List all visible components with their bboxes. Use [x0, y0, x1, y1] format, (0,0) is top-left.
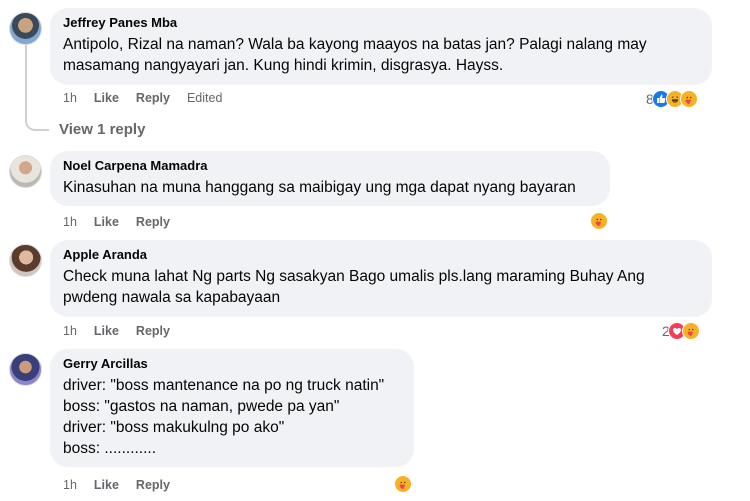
view-replies-link[interactable]: View 1 reply — [59, 121, 145, 138]
care-icon — [590, 212, 608, 230]
like-button[interactable]: Like — [94, 91, 119, 105]
comment-actions: 1h Like Reply — [63, 324, 187, 338]
reply-button[interactable]: Reply — [136, 91, 170, 105]
comment-text: Antipolo, Rizal na naman? Wala ba kayong… — [63, 36, 647, 74]
comment-author[interactable]: Apple Aranda — [63, 247, 700, 263]
comment-text: Check muna lahat Ng parts Ng sasakyan Ba… — [63, 268, 645, 306]
comment-time[interactable]: 1h — [63, 91, 77, 105]
edited-label[interactable]: Edited — [187, 91, 222, 105]
care-icon — [394, 475, 412, 493]
avatar[interactable] — [9, 353, 42, 386]
reply-button[interactable]: Reply — [136, 215, 170, 229]
comment-bubble: Noel Carpena Mamadra Kinasuhan na muna h… — [50, 151, 610, 206]
avatar[interactable] — [9, 155, 42, 188]
reply-button[interactable]: Reply — [136, 478, 170, 492]
like-button[interactable]: Like — [94, 324, 119, 338]
comment-time[interactable]: 1h — [63, 324, 77, 338]
comment-text: Kinasuhan na muna hanggang sa maibigay u… — [63, 179, 576, 196]
avatar[interactable] — [9, 244, 42, 277]
reply-button[interactable]: Reply — [136, 324, 170, 338]
care-icon — [681, 322, 700, 340]
comment-actions: 1h Like Reply — [63, 215, 187, 229]
comment-actions: 1h Like Reply — [63, 478, 187, 492]
reaction-summary[interactable] — [394, 475, 412, 493]
comment-bubble: Gerry Arcillas driver: "boss mantenance … — [50, 349, 414, 467]
comment-bubble: Apple Aranda Check muna lahat Ng parts N… — [50, 240, 712, 317]
comment-text: driver: "boss mantenance na po ng truck … — [63, 377, 385, 457]
like-button[interactable]: Like — [94, 478, 119, 492]
comment-time[interactable]: 1h — [63, 215, 77, 229]
comment-bubble: Jeffrey Panes Mba Antipolo, Rizal na nam… — [50, 8, 712, 85]
comment-actions: 1h Like Reply Edited — [63, 91, 239, 105]
like-button[interactable]: Like — [94, 215, 119, 229]
reaction-summary[interactable]: 8 — [646, 90, 698, 108]
comment-author[interactable]: Noel Carpena Mamadra — [63, 158, 598, 174]
reaction-summary[interactable]: 2 — [662, 322, 700, 340]
comment-author[interactable]: Gerry Arcillas — [63, 356, 402, 372]
comment-time[interactable]: 1h — [63, 478, 77, 492]
reaction-summary[interactable] — [590, 212, 608, 230]
thread-connector — [25, 45, 49, 131]
comment-author[interactable]: Jeffrey Panes Mba — [63, 15, 700, 31]
care-icon — [679, 90, 698, 108]
avatar[interactable] — [9, 12, 42, 45]
